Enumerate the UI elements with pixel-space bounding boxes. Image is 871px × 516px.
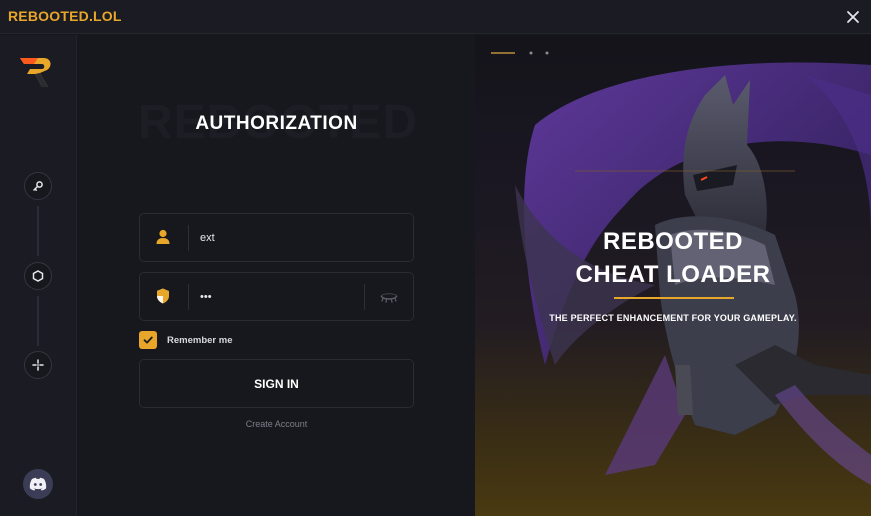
shield-icon (157, 288, 169, 304)
field-divider (364, 284, 365, 310)
create-account-link[interactable]: Create Account (78, 419, 475, 429)
checkmark-icon (143, 336, 153, 344)
checkbox[interactable] (139, 331, 157, 349)
nav-button-crosshair[interactable] (24, 351, 52, 379)
close-icon (847, 11, 859, 23)
password-input[interactable] (200, 285, 360, 309)
username-input[interactable] (200, 226, 360, 250)
remember-me-checkbox[interactable]: Remember me (139, 331, 232, 349)
hero-underline (614, 297, 734, 299)
password-field[interactable] (139, 272, 414, 321)
hero-title-line1: REBOOTED (602, 228, 743, 255)
hero-tagline: THE PERFECT ENHANCEMENT FOR YOUR GAMEPLA… (549, 313, 797, 323)
user-icon (156, 229, 170, 244)
hero-panel: REBOOTED CHEAT LOADER THE PERFECT ENHANC… (475, 35, 871, 516)
field-divider (188, 225, 189, 251)
hexagon-icon (32, 270, 44, 282)
nav-button-hexagon[interactable] (24, 262, 52, 290)
nav-rail (37, 296, 39, 346)
eye-slash-icon[interactable] (379, 288, 399, 306)
app-title: REBOOTED.LOL (8, 8, 122, 24)
title-bar: REBOOTED.LOL (0, 0, 871, 34)
key-icon (33, 181, 43, 191)
remember-me-label: Remember me (167, 334, 233, 346)
nav-rail (37, 206, 39, 256)
login-panel: REBOOTED AUTHORIZATION Remember (78, 35, 475, 516)
hero-title-line2: CHEAT LOADER (575, 261, 771, 288)
field-divider (188, 284, 189, 310)
page-title: AUTHORIZATION (195, 113, 358, 134)
sign-in-button[interactable]: SIGN IN (139, 359, 414, 408)
username-field[interactable] (139, 213, 414, 262)
crosshair-icon (32, 359, 44, 371)
discord-button[interactable] (23, 469, 53, 499)
close-button[interactable] (843, 7, 863, 27)
sidebar (0, 35, 77, 516)
discord-icon (29, 477, 47, 491)
rebooted-logo-icon (18, 55, 58, 91)
nav-button-key[interactable] (24, 172, 52, 200)
